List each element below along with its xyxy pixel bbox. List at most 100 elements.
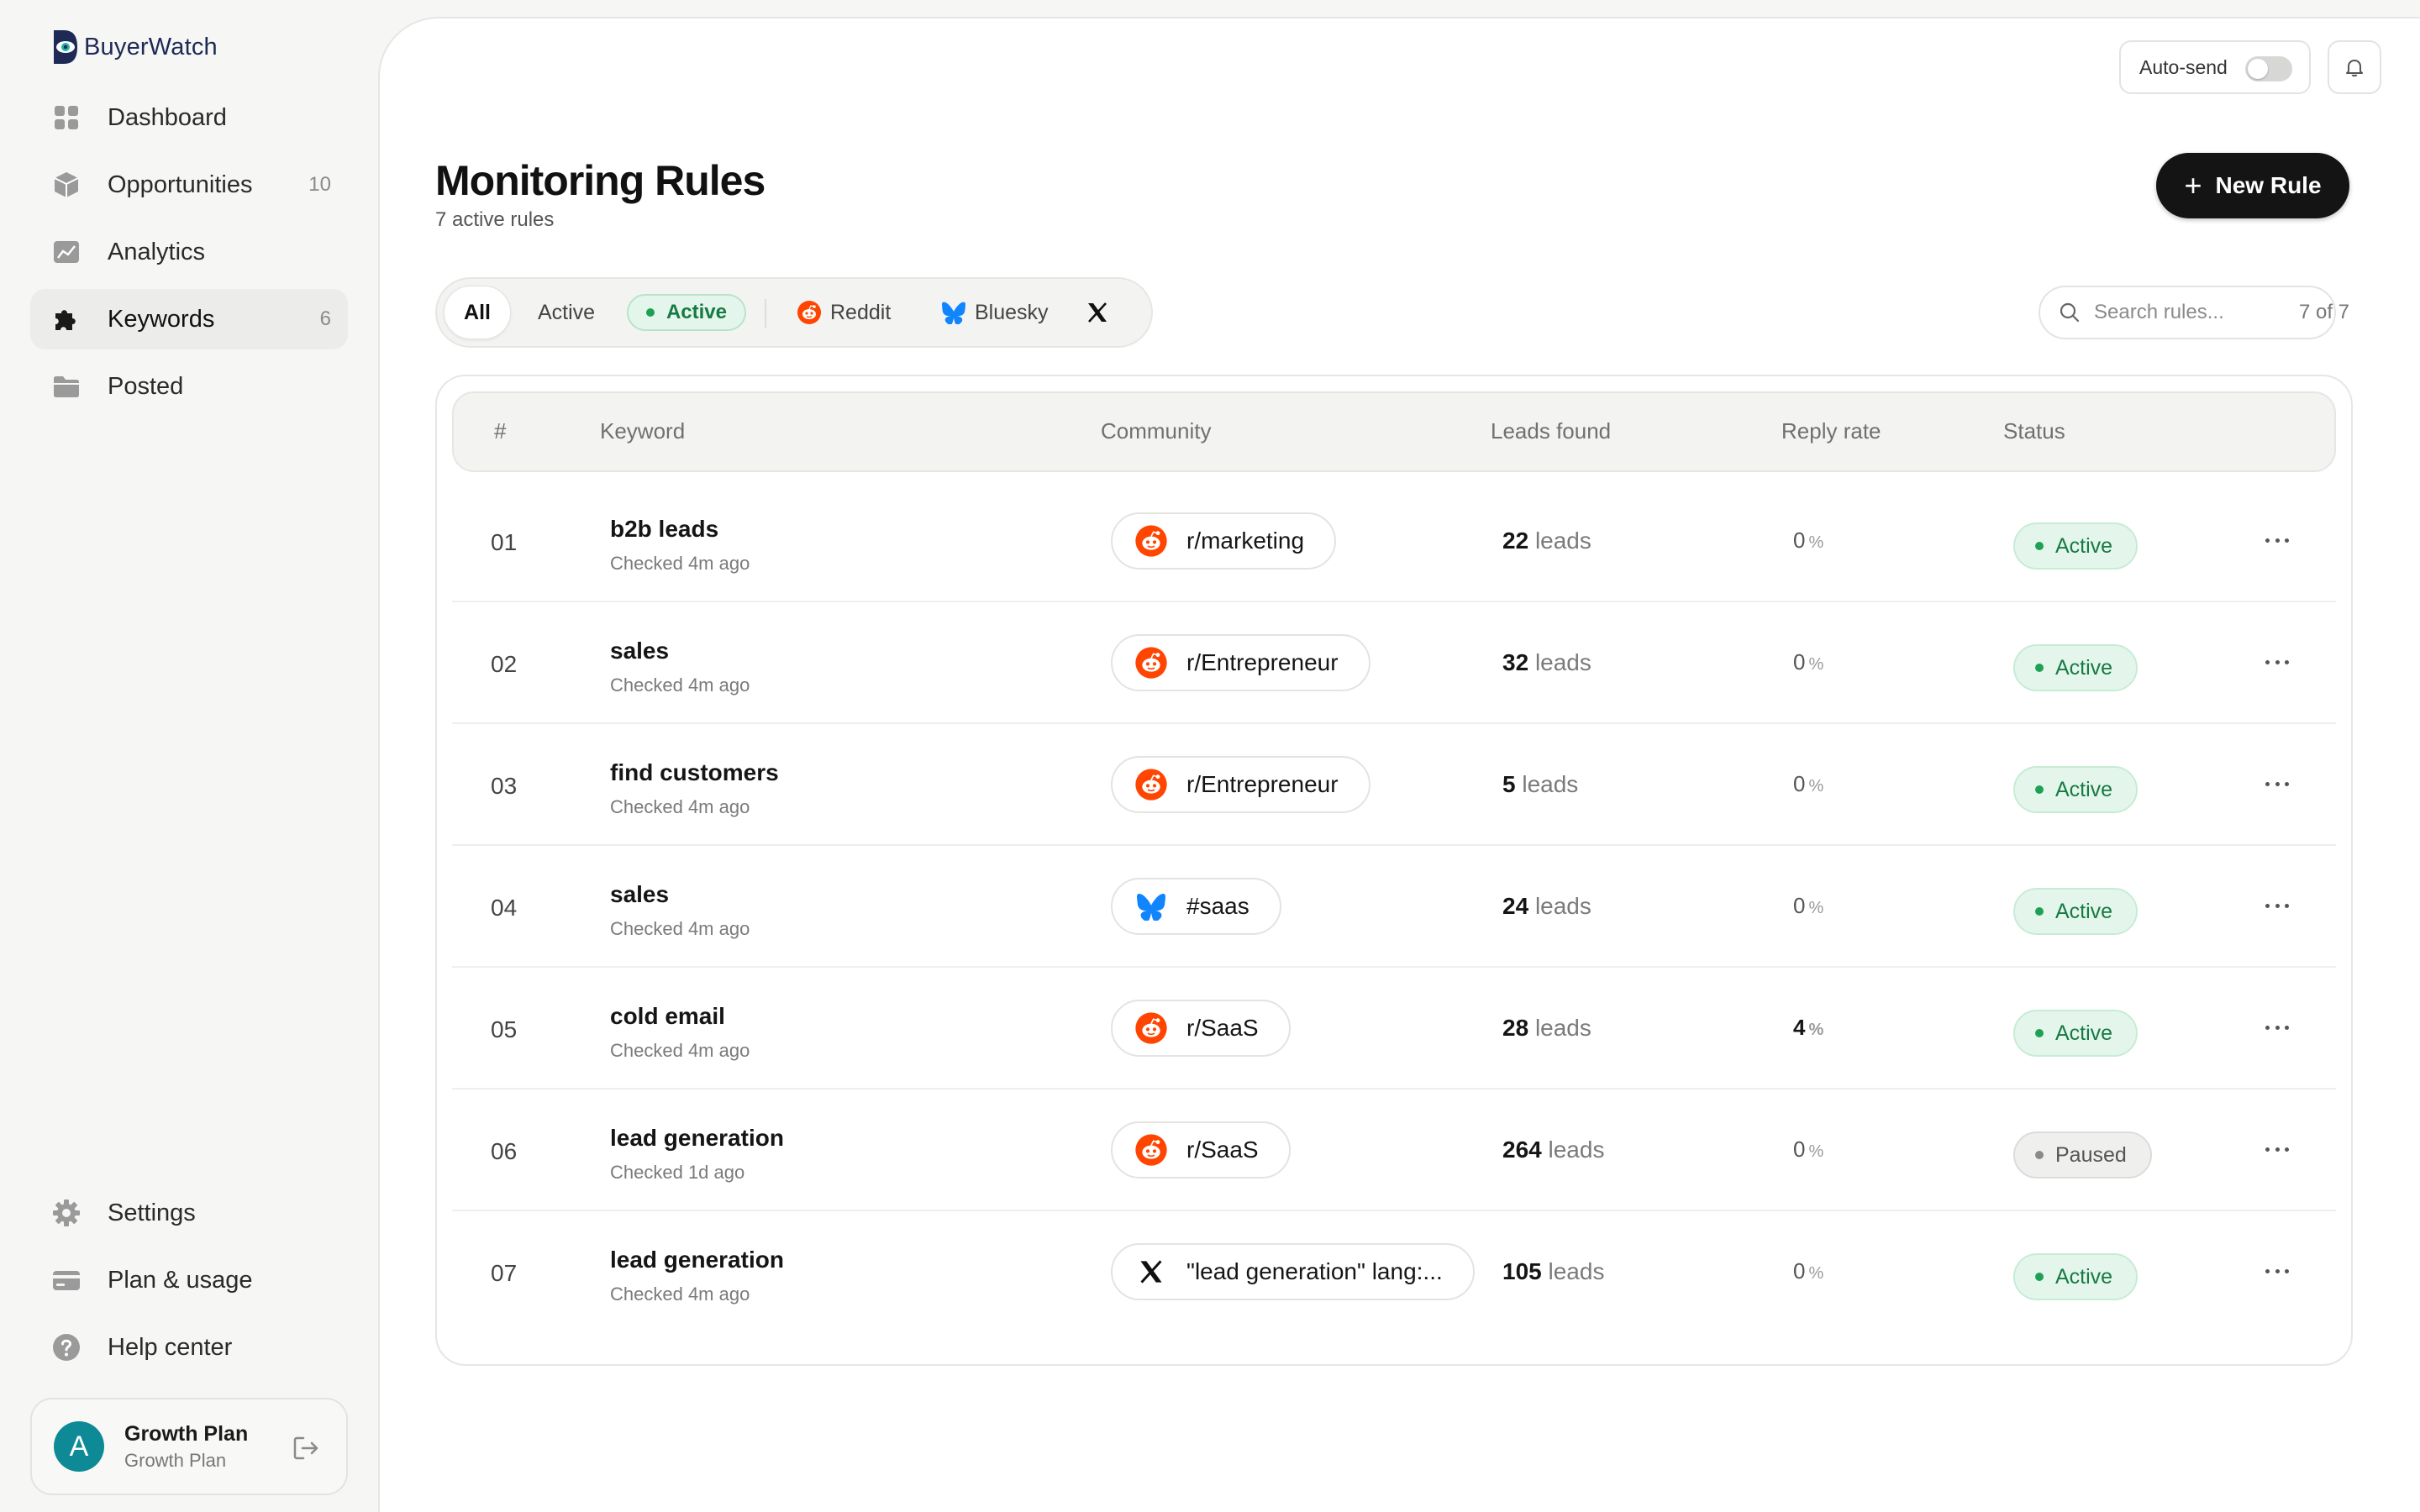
nav-item-help-center[interactable]: Help center xyxy=(30,1317,348,1378)
table-row[interactable]: 06 lead generation Checked 1d ago r/SaaS 264… xyxy=(452,1089,2336,1211)
nav-label: Opportunities xyxy=(108,171,253,198)
community-chip[interactable]: r/Entrepreneur xyxy=(1111,756,1370,813)
results-count: 7 of 7 xyxy=(2298,301,2349,323)
reply-unit: % xyxy=(1808,1264,1824,1283)
notifications-button[interactable] xyxy=(2328,40,2381,94)
status-badge[interactable]: Active xyxy=(2013,522,2139,570)
status-badge[interactable]: Active xyxy=(2013,766,2139,813)
more-options-icon[interactable] xyxy=(2260,1137,2294,1162)
nav-item-analytics[interactable]: Analytics xyxy=(30,222,348,282)
new-rule-button[interactable]: + New Rule xyxy=(2156,153,2349,218)
reddit-icon xyxy=(797,300,822,325)
nav-item-posted[interactable]: Posted xyxy=(30,356,348,417)
leads-count: 5 xyxy=(1502,771,1516,797)
checked-time: Checked 4m ago xyxy=(610,1040,750,1061)
status-dot-icon xyxy=(2035,1151,2044,1159)
nav-item-settings[interactable]: Settings xyxy=(30,1183,348,1243)
keyword-text: lead generation xyxy=(610,1125,784,1151)
leads-found: 22 leads xyxy=(1502,528,1591,554)
logout-icon[interactable] xyxy=(291,1433,321,1463)
more-options-icon[interactable] xyxy=(2260,893,2294,918)
col-header-community[interactable]: Community xyxy=(1101,418,1211,444)
leads-count: 24 xyxy=(1502,893,1529,919)
filter-active-pill-label: Active xyxy=(666,301,728,323)
leads-count: 32 xyxy=(1502,649,1529,675)
status-dot-icon xyxy=(2035,907,2044,916)
filter-all[interactable]: All xyxy=(444,286,511,339)
community-chip[interactable]: r/SaaS xyxy=(1111,1121,1291,1179)
filter-reddit[interactable]: Reddit xyxy=(797,279,891,346)
status-badge[interactable]: Paused xyxy=(2013,1131,2152,1179)
main-panel: Auto-send Monitoring Rules 7 active rule… xyxy=(378,17,2420,1512)
table-row[interactable]: 02 sales Checked 4m ago r/Entrepreneur 32 le… xyxy=(452,602,2336,724)
search-input[interactable]: Search rules... xyxy=(2039,286,2336,339)
status-badge[interactable]: Active xyxy=(2013,888,2139,935)
table-row[interactable]: 03 find customers Checked 4m ago r/Entrepre… xyxy=(452,724,2336,846)
reply-rate: 0% xyxy=(1793,1137,1823,1163)
more-options-icon[interactable] xyxy=(2260,1015,2294,1040)
reply-unit: % xyxy=(1808,1142,1824,1161)
filter-x[interactable] xyxy=(1086,279,1109,346)
leads-found: 24 leads xyxy=(1502,893,1591,920)
filter-bluesky-label: Bluesky xyxy=(975,300,1049,324)
status-badge[interactable]: Active xyxy=(2013,1253,2139,1300)
reply-value: 0 xyxy=(1793,1137,1806,1162)
search-icon xyxy=(2060,302,2080,323)
table-row[interactable]: 05 cold email Checked 4m ago r/SaaS 28 leads… xyxy=(452,968,2336,1089)
autosend-switch[interactable] xyxy=(2245,56,2292,81)
page-subtitle: 7 active rules xyxy=(435,208,555,231)
brand-logo[interactable]: BuyerWatch xyxy=(52,27,218,67)
filter-active-pill[interactable]: Active xyxy=(627,294,746,331)
buyerwatch-logo-icon xyxy=(52,29,79,66)
reply-rate: 4% xyxy=(1793,1015,1823,1041)
more-options-icon[interactable] xyxy=(2260,528,2294,553)
table-row[interactable]: 04 sales Checked 4m ago #saas 24 leads 0% Acti… xyxy=(452,846,2336,968)
autosend-toggle[interactable]: Auto-send xyxy=(2119,40,2311,94)
checked-time: Checked 1d ago xyxy=(610,1162,745,1183)
nav-item-keywords[interactable]: Keywords 6 xyxy=(30,289,348,349)
table-row[interactable]: 07 lead generation Checked 4m ago "lead gen… xyxy=(452,1211,2336,1333)
nav-item-dashboard[interactable]: Dashboard xyxy=(30,87,348,148)
checked-time: Checked 4m ago xyxy=(610,675,750,696)
more-options-icon[interactable] xyxy=(2260,771,2294,796)
status-dot-icon xyxy=(645,308,655,317)
brand-name: BuyerWatch xyxy=(84,33,218,60)
col-header-reply[interactable]: Reply rate xyxy=(1781,418,1881,444)
more-options-icon[interactable] xyxy=(2260,649,2294,675)
nav-item-plan-usage[interactable]: Plan & usage xyxy=(30,1250,348,1310)
checked-time: Checked 4m ago xyxy=(610,553,750,574)
nav-item-opportunities[interactable]: Opportunities 10 xyxy=(30,155,348,215)
leads-unit: leads xyxy=(1548,1137,1605,1163)
community-name: "lead generation" lang:... xyxy=(1186,1258,1443,1284)
community-chip[interactable]: r/Entrepreneur xyxy=(1111,634,1370,691)
sidebar: BuyerWatch Dashboard Opportunities 10 An… xyxy=(0,0,378,1512)
col-header-keyword[interactable]: Keyword xyxy=(600,418,685,444)
user-card[interactable]: A Growth Plan Growth Plan xyxy=(30,1398,348,1495)
col-header-status[interactable]: Status xyxy=(2003,418,2065,444)
leads-unit: leads xyxy=(1522,771,1579,797)
status-badge[interactable]: Active xyxy=(2013,1010,2139,1057)
table-row[interactable]: 01 b2b leads Checked 4m ago r/marketing 22 l… xyxy=(452,480,2336,602)
page-title: Monitoring Rules xyxy=(435,157,765,204)
folder-icon xyxy=(52,372,81,401)
status-dot-icon xyxy=(2035,542,2044,550)
row-number: 07 xyxy=(491,1260,518,1286)
filter-reddit-label: Reddit xyxy=(830,300,892,324)
keyword-text: b2b leads xyxy=(610,516,719,542)
col-header-num: # xyxy=(494,418,507,444)
community-chip[interactable]: "lead generation" lang:... xyxy=(1111,1243,1475,1300)
more-options-icon[interactable] xyxy=(2260,1258,2294,1284)
community-chip[interactable]: r/marketing xyxy=(1111,512,1337,570)
row-number: 06 xyxy=(491,1138,518,1164)
community-chip[interactable]: r/SaaS xyxy=(1111,1000,1291,1057)
status-badge[interactable]: Active xyxy=(2013,644,2139,691)
filter-bluesky[interactable]: Bluesky xyxy=(941,279,1049,346)
col-header-leads[interactable]: Leads found xyxy=(1491,418,1611,444)
community-chip[interactable]: #saas xyxy=(1111,878,1281,935)
leads-found: 32 leads xyxy=(1502,649,1591,676)
filter-active-text[interactable]: Active xyxy=(538,279,595,346)
leads-unit: leads xyxy=(1534,649,1591,675)
nav-count-badge: 6 xyxy=(319,307,331,330)
leads-count: 264 xyxy=(1502,1137,1542,1163)
nav-count-badge: 10 xyxy=(308,173,331,196)
